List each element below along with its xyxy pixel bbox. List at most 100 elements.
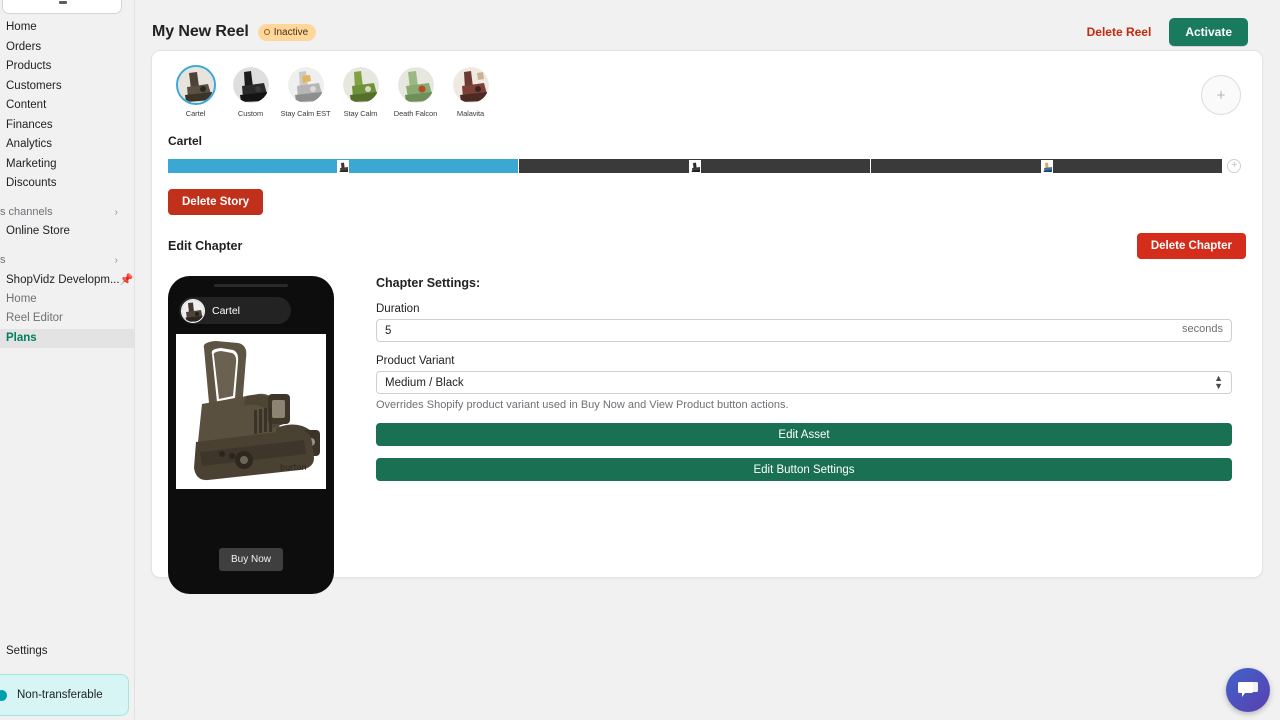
- sidebar-item-customers[interactable]: Customers: [0, 77, 134, 97]
- sidebar-item-label: Products: [6, 60, 52, 72]
- activate-button[interactable]: Activate: [1169, 18, 1248, 46]
- sidebar-item-label: Orders: [6, 40, 42, 53]
- phone-screen: Cartel burton Buy Now: [173, 293, 329, 588]
- sidebar-item-marketing[interactable]: Marketing: [0, 155, 134, 175]
- story-image-death-falcon: [397, 67, 434, 103]
- timeline-chapter-3[interactable]: [870, 159, 1223, 173]
- sidebar-item-label: Home: [6, 292, 37, 305]
- edit-asset-button[interactable]: Edit Asset: [376, 423, 1232, 446]
- delete-reel-button[interactable]: Delete Reel: [1087, 25, 1152, 39]
- sidebar-item-plans[interactable]: Plans: [0, 328, 134, 348]
- product-variant-label: Product Variant: [376, 355, 455, 367]
- search-icon: [59, 1, 67, 4]
- chapter-thumbnail: [337, 159, 350, 173]
- duration-label: Duration: [376, 303, 420, 315]
- sidebar-item-app-home[interactable]: Home: [0, 290, 134, 310]
- sidebar-item-online-store[interactable]: Online Store: [0, 222, 134, 242]
- sidebar-item-finances[interactable]: Finances: [0, 116, 134, 136]
- story-thumbnail: [341, 65, 381, 105]
- chat-bubble-icon: [1238, 681, 1258, 697]
- story-item-malavita[interactable]: Malavita: [443, 65, 498, 118]
- sidebar-item-label: Customers: [6, 79, 62, 92]
- story-item-stay-calm-est[interactable]: Stay Calm EST: [278, 65, 333, 118]
- binding-art-icon: [689, 160, 700, 172]
- sidebar-item-products[interactable]: Products: [0, 57, 134, 77]
- chapter-body: Cartel burton Buy Now Chapter Settings: …: [168, 276, 1246, 594]
- story-image-custom: [232, 67, 269, 103]
- svg-text:burton: burton: [280, 463, 307, 472]
- product-variant-helper-text: Overrides Shopify product variant used i…: [376, 399, 789, 411]
- story-label: Stay Calm: [343, 109, 378, 118]
- binding-art-icon: [287, 67, 324, 103]
- timeline-chapter-2[interactable]: [519, 159, 871, 173]
- sidebar-section-label: s: [0, 253, 6, 266]
- chapter-settings-heading: Chapter Settings:: [376, 276, 481, 290]
- add-chapter-button[interactable]: +: [1227, 159, 1242, 173]
- story-label: Stay Calm EST: [280, 109, 331, 118]
- duration-input[interactable]: [376, 319, 1232, 342]
- preview-buy-now-button[interactable]: Buy Now: [218, 548, 284, 571]
- sidebar-item-discounts[interactable]: Discounts: [0, 174, 134, 194]
- sidebar-item-content[interactable]: Content: [0, 96, 134, 116]
- timeline-chapter-1[interactable]: [168, 159, 520, 173]
- story-item-custom[interactable]: Custom: [223, 65, 278, 118]
- sidebar: Home Orders Products Customers Content F…: [0, 0, 135, 720]
- chat-widget-button[interactable]: [1226, 668, 1270, 712]
- sidebar-divider: [0, 194, 134, 203]
- binding-art-icon: [342, 67, 379, 103]
- story-thumbnail: [286, 65, 326, 105]
- sidebar-item-reel-editor[interactable]: Reel Editor: [0, 309, 134, 329]
- delete-story-button[interactable]: Delete Story: [168, 189, 264, 215]
- story-item-cartel[interactable]: Cartel: [168, 65, 223, 118]
- plan-badge-non-transferable[interactable]: Non-transferable: [0, 674, 129, 716]
- product-variant-select[interactable]: Medium / Black: [376, 371, 1232, 394]
- avatar: [181, 298, 205, 323]
- chapter-timeline: +: [168, 159, 1246, 173]
- duration-unit-label: seconds: [1182, 323, 1223, 335]
- binding-art-icon: [177, 67, 214, 103]
- selected-story-title: Cartel: [168, 134, 203, 148]
- sidebar-item-label: Discounts: [6, 177, 57, 189]
- pin-icon[interactable]: 📌: [120, 273, 134, 286]
- story-image-stay-calm-est: [287, 67, 324, 103]
- edit-chapter-title: Edit Chapter: [168, 239, 243, 253]
- plus-icon: +: [1231, 160, 1238, 171]
- binding-art-icon: [397, 67, 434, 103]
- app-root: Home Orders Products Customers Content F…: [0, 0, 1280, 720]
- sidebar-section-sales-channels[interactable]: s channels ›: [0, 203, 134, 223]
- sidebar-item-label: Marketing: [6, 157, 57, 170]
- sidebar-app-label: ShopVidz Developm...: [6, 273, 120, 286]
- search-input[interactable]: [2, 0, 122, 14]
- chevron-right-icon: ›: [114, 206, 118, 218]
- preview-media: burton: [176, 334, 326, 489]
- sidebar-item-app-shopvidz[interactable]: ShopVidz Developm... 📌: [0, 270, 134, 290]
- sidebar-section-label: s channels: [0, 205, 53, 218]
- story-thumbnail: [396, 65, 436, 105]
- story-label: Cartel: [185, 109, 206, 118]
- sidebar-primary-nav: Home Orders Products Customers Content F…: [0, 0, 134, 194]
- page-title: My New Reel: [152, 23, 249, 40]
- sidebar-item-label: Settings: [6, 645, 48, 657]
- sidebar-section-apps[interactable]: s ›: [0, 251, 134, 271]
- story-item-stay-calm[interactable]: Stay Calm: [333, 65, 388, 118]
- phone-preview: Cartel burton Buy Now: [168, 276, 334, 594]
- sidebar-item-settings[interactable]: Settings: [0, 642, 134, 660]
- chapter-settings-panel: Chapter Settings: Duration seconds Produ…: [376, 276, 1246, 594]
- status-ring-icon: [263, 29, 270, 35]
- story-item-death-falcon[interactable]: Death Falcon: [388, 65, 443, 118]
- phone-notch: [214, 284, 288, 287]
- status-badge: Inactive: [257, 23, 317, 41]
- reel-editor-card: Cartel Custom Stay Calm EST Stay Calm De…: [151, 50, 1263, 594]
- edit-chapter-header: Edit Chapter Delete Chapter: [168, 233, 1246, 259]
- sidebar-item-home[interactable]: Home: [0, 18, 134, 38]
- page-header: My New Reel Inactive Delete Reel Activat…: [135, 0, 1280, 46]
- edit-button-settings-button[interactable]: Edit Button Settings: [376, 458, 1232, 481]
- story-thumbnail: [231, 65, 271, 105]
- sidebar-item-label: Finances: [6, 118, 53, 131]
- sidebar-item-orders[interactable]: Orders: [0, 38, 134, 58]
- add-story-button[interactable]: +: [1201, 75, 1241, 115]
- delete-chapter-button[interactable]: Delete Chapter: [1136, 233, 1246, 259]
- duration-field-wrap: seconds: [376, 319, 1232, 342]
- sidebar-divider-2: [0, 242, 134, 251]
- sidebar-item-analytics[interactable]: Analytics: [0, 135, 134, 155]
